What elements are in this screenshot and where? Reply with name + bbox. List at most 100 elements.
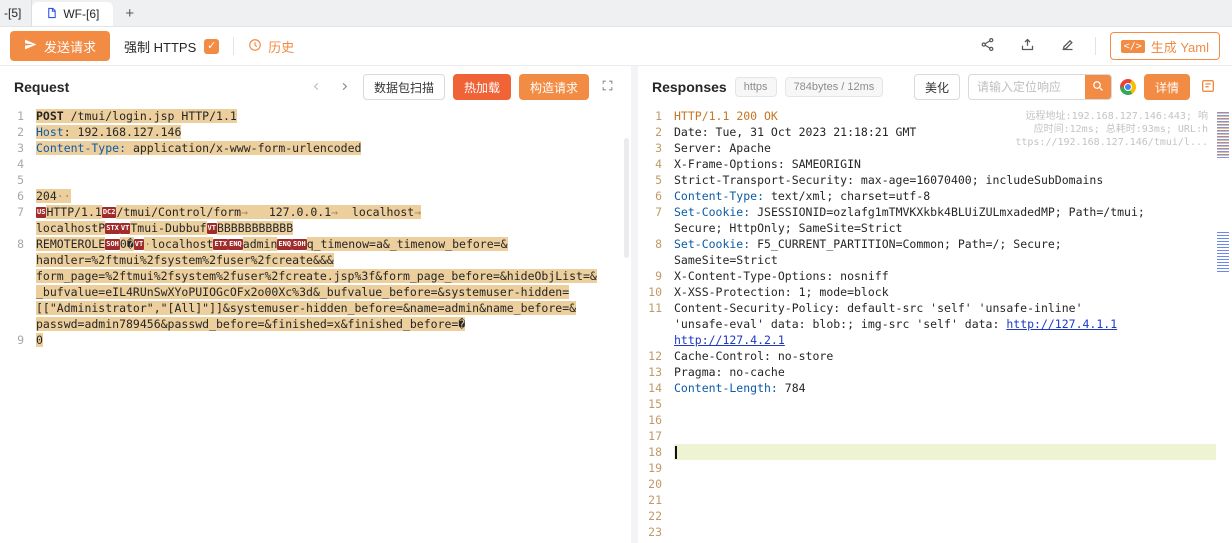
editor-line[interactable]: 6204·· <box>0 188 631 204</box>
tab-active[interactable]: WF-[6] <box>32 2 113 26</box>
share-button[interactable] <box>975 33 1001 59</box>
editor-line[interactable]: 1HTTP/1.1 200 OK <box>638 108 1232 124</box>
editor-line[interactable]: 16 <box>638 412 1232 428</box>
editor-line[interactable]: 90 <box>0 332 631 348</box>
document-icon <box>46 7 57 22</box>
editor-line[interactable]: SameSite=Strict <box>638 252 1232 268</box>
line-content <box>674 428 1232 444</box>
new-tab-button[interactable]: + <box>113 0 146 26</box>
tab-previous-label: -[5] <box>4 6 21 20</box>
search-button[interactable] <box>1085 74 1111 100</box>
editor-line[interactable]: 11Content-Security-Policy: default-src '… <box>638 300 1232 316</box>
response-panel-toggle-button[interactable] <box>1198 77 1218 97</box>
editor-line[interactable]: 7USHTTP/1.1DC2/tmui/Control/form→ 127.0.… <box>0 204 631 220</box>
response-editor[interactable]: 1HTTP/1.1 200 OK2Date: Tue, 31 Oct 2023 … <box>638 108 1232 543</box>
line-number: 23 <box>638 524 674 540</box>
editor-line[interactable]: 9X-Content-Type-Options: nosniff <box>638 268 1232 284</box>
construct-request-button[interactable]: 构造请求 <box>519 74 589 100</box>
editor-line[interactable]: localhostPSTXVTTmui-DubbufVTBBBBBBBBBBB <box>0 220 631 236</box>
line-number: 7 <box>0 204 36 220</box>
edit-button[interactable] <box>1055 33 1081 59</box>
editor-line[interactable]: 21 <box>638 492 1232 508</box>
editor-line[interactable]: [["Administrator","[All]"]]&systemuser-h… <box>0 300 631 316</box>
editor-line[interactable]: form_page=%2ftmui%2fsystem%2fuser%2fcrea… <box>0 268 631 284</box>
size-duration-badge: 784bytes / 12ms <box>785 77 884 97</box>
editor-line[interactable]: 15 <box>638 396 1232 412</box>
line-number: 18 <box>638 444 674 460</box>
line-content: Set-Cookie: F5_CURRENT_PARTITION=Common;… <box>674 236 1232 252</box>
editor-line[interactable]: http://127.4.2.1 <box>638 332 1232 348</box>
line-number: 9 <box>638 268 674 284</box>
beautify-button[interactable]: 美化 <box>914 74 960 100</box>
line-content: USHTTP/1.1DC2/tmui/Control/form→ 127.0.0… <box>36 204 631 220</box>
line-content: Host: 192.168.127.146 <box>36 124 631 140</box>
response-panel-header: Responses https 784bytes / 12ms 美化 <box>638 66 1232 108</box>
line-number: 20 <box>638 476 674 492</box>
editor-line[interactable]: 8Set-Cookie: F5_CURRENT_PARTITION=Common… <box>638 236 1232 252</box>
editor-line[interactable]: _bufvalue=eIL4RUnSwXYoPUIOGcOFx2o00Xc%3d… <box>0 284 631 300</box>
force-https-label: 强制 HTTPS <box>124 37 196 56</box>
editor-line[interactable]: 6Content-Type: text/xml; charset=utf-8 <box>638 188 1232 204</box>
line-number: 22 <box>638 508 674 524</box>
line-number <box>0 268 36 284</box>
editor-line[interactable]: 3Server: Apache <box>638 140 1232 156</box>
editor-line[interactable]: 1POST /tmui/login.jsp HTTP/1.1 <box>0 108 631 124</box>
editor-line[interactable]: 7Set-Cookie: JSESSIONID=ozlafg1mTMVKXkbk… <box>638 204 1232 220</box>
editor-line[interactable]: 19 <box>638 460 1232 476</box>
request-header-controls: 数据包扫描 热加载 构造请求 <box>307 74 617 100</box>
editor-line[interactable]: 4X-Frame-Options: SAMEORIGIN <box>638 156 1232 172</box>
editor-line[interactable]: 17 <box>638 428 1232 444</box>
line-number <box>638 220 674 236</box>
next-request-button[interactable] <box>335 77 355 97</box>
report-panel-icon <box>1200 78 1216 97</box>
force-https-checkbox[interactable]: ✓ <box>204 39 219 54</box>
editor-line[interactable]: 5Strict-Transport-Security: max-age=1607… <box>638 172 1232 188</box>
editor-line[interactable]: 10X-XSS-Protection: 1; mode=block <box>638 284 1232 300</box>
open-in-chrome-button[interactable] <box>1120 79 1136 95</box>
editor-line[interactable]: 5 <box>0 172 631 188</box>
send-request-button[interactable]: 发送请求 <box>10 31 110 61</box>
editor-line[interactable]: 3Content-Type: application/x-www-form-ur… <box>0 140 631 156</box>
line-content: Content-Type: application/x-www-form-url… <box>36 140 631 156</box>
line-content: passwd=admin789456&passwd_before=&finish… <box>36 316 631 332</box>
request-panel-header: Request 数据包扫描 <box>0 66 631 108</box>
request-editor[interactable]: 1POST /tmui/login.jsp HTTP/1.12Host: 192… <box>0 108 631 543</box>
clock-icon <box>248 38 262 55</box>
editor-line[interactable]: 18 <box>638 444 1232 460</box>
generate-yaml-button[interactable]: </> 生成 Yaml <box>1110 32 1220 60</box>
prev-request-button[interactable] <box>307 77 327 97</box>
line-content <box>36 156 631 172</box>
editor-line[interactable]: 'unsafe-eval' data: blob:; img-src 'self… <box>638 316 1232 332</box>
editor-line[interactable]: handler=%2ftmui%2fsystem%2fuser%2fcreate… <box>0 252 631 268</box>
editor-line[interactable]: 2Date: Tue, 31 Oct 2023 21:18:21 GMT <box>638 124 1232 140</box>
request-scrollbar[interactable] <box>624 138 629 258</box>
tab-previous[interactable]: -[5] <box>0 0 32 26</box>
editor-line[interactable]: 12Cache-Control: no-store <box>638 348 1232 364</box>
detail-button[interactable]: 详情 <box>1144 74 1190 100</box>
panel-splitter[interactable] <box>631 66 638 543</box>
editor-line[interactable]: passwd=admin789456&passwd_before=&finish… <box>0 316 631 332</box>
editor-line[interactable]: Secure; HttpOnly; SameSite=Strict <box>638 220 1232 236</box>
editor-line[interactable]: 20 <box>638 476 1232 492</box>
send-request-label: 发送请求 <box>44 37 96 56</box>
export-button[interactable] <box>1015 33 1041 59</box>
editor-line[interactable]: 4 <box>0 156 631 172</box>
line-number: 6 <box>638 188 674 204</box>
minimap[interactable] <box>1216 108 1232 543</box>
force-https-toggle[interactable]: 强制 HTTPS ✓ <box>124 37 219 56</box>
editor-line[interactable]: 14Content-Length: 784 <box>638 380 1232 396</box>
packet-scan-button[interactable]: 数据包扫描 <box>363 74 445 100</box>
line-content: REMOTEROLESOH0�VT·localhostETXENQadminEN… <box>36 236 631 252</box>
editor-line[interactable]: 8REMOTEROLESOH0�VT·localhostETXENQadminE… <box>0 236 631 252</box>
line-number <box>0 316 36 332</box>
line-number: 4 <box>638 156 674 172</box>
editor-line[interactable]: 2Host: 192.168.127.146 <box>0 124 631 140</box>
editor-line[interactable]: 22 <box>638 508 1232 524</box>
fullscreen-button[interactable] <box>597 77 617 97</box>
history-button[interactable]: 历史 <box>248 37 294 56</box>
hot-reload-button[interactable]: 热加载 <box>453 74 511 100</box>
editor-line[interactable]: 23 <box>638 524 1232 540</box>
response-search-input[interactable] <box>969 80 1085 94</box>
editor-line[interactable]: 13Pragma: no-cache <box>638 364 1232 380</box>
line-number <box>0 300 36 316</box>
